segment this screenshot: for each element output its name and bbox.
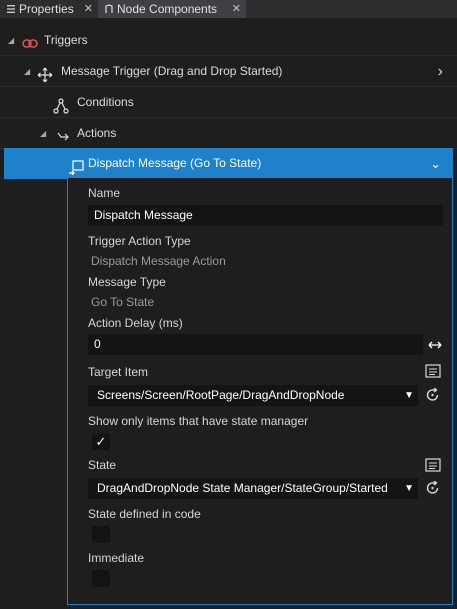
trigger-action-type-label: Trigger Action Type [88, 234, 191, 248]
picker-icon[interactable] [425, 364, 441, 378]
tree-item-label: Message Trigger (Drag and Drop Started) [61, 64, 283, 78]
chevron-right-icon[interactable]: › [438, 56, 443, 87]
node-components-icon [104, 1, 114, 13]
state-in-code-label: State defined in code [88, 507, 201, 521]
tree-item-label: Dispatch Message (Go To State) [88, 156, 262, 170]
tree-item-actions[interactable]: ◢ Actions [0, 118, 457, 149]
dispatch-message-properties: Name Dispatch Message Trigger Action Typ… [67, 178, 453, 605]
immediate-label: Immediate [88, 551, 145, 565]
drag-value-icon[interactable] [427, 338, 443, 352]
tree-item-label: Triggers [44, 33, 88, 47]
message-type-value: Go To State [91, 295, 155, 309]
dispatch-message-icon [68, 156, 84, 176]
tab-node-components[interactable]: Node Components ✕ [98, 0, 246, 18]
immediate-checkbox[interactable] [92, 570, 110, 587]
action-delay-field[interactable]: 0 [88, 334, 423, 355]
properties-icon [6, 1, 16, 13]
state-label: State [88, 458, 117, 472]
collapse-arrow-icon[interactable]: ◢ [8, 25, 14, 56]
state-in-code-checkbox[interactable] [92, 526, 110, 543]
show-only-checkbox[interactable]: ✓ [92, 433, 110, 450]
target-item-value: Screens/Screen/RootPage/DragAndDropNode [97, 388, 345, 402]
trigger-link-icon [22, 33, 38, 49]
message-type-label: Message Type [88, 275, 166, 289]
tree-item-message-trigger[interactable]: ◢ Message Trigger (Drag and Drop Started… [0, 56, 457, 87]
dropdown-arrow-icon[interactable]: ▼ [404, 385, 414, 406]
target-item-select[interactable]: Screens/Screen/RootPage/DragAndDropNode … [88, 385, 418, 406]
trigger-action-type-value: Dispatch Message Action [91, 254, 226, 268]
close-icon[interactable]: ✕ [232, 0, 241, 18]
tab-properties[interactable]: Properties ✕ [0, 0, 98, 18]
state-select[interactable]: DragAndDropNode State Manager/StateGroup… [88, 478, 418, 499]
tab-node-components-label: Node Components [117, 2, 218, 16]
collapse-arrow-icon[interactable]: ◢ [24, 56, 30, 87]
action-arrow-icon [55, 126, 71, 142]
chevron-down-icon[interactable]: ⌄ [430, 148, 441, 179]
reset-icon[interactable] [425, 387, 441, 402]
tree-item-triggers[interactable]: ◢ Triggers [0, 25, 457, 56]
dropdown-arrow-icon[interactable]: ▼ [404, 478, 414, 499]
tree-item-conditions[interactable]: Conditions [0, 87, 457, 118]
picker-icon[interactable] [425, 458, 441, 472]
action-delay-label: Action Delay (ms) [88, 316, 183, 330]
tab-bar: Properties ✕ Node Components ✕ [0, 0, 457, 18]
name-field[interactable]: Dispatch Message [88, 205, 443, 226]
collapse-arrow-icon[interactable]: ◢ [40, 118, 46, 149]
close-icon[interactable]: ✕ [84, 0, 93, 18]
show-only-label: Show only items that have state manager [88, 414, 309, 428]
tree-item-label: Conditions [77, 95, 134, 109]
name-label: Name [88, 186, 121, 200]
target-item-label: Target Item [88, 365, 149, 379]
tree-item-label: Actions [77, 126, 117, 140]
state-value: DragAndDropNode State Manager/StateGroup… [97, 481, 388, 495]
checkmark-icon: ✓ [95, 434, 107, 449]
reset-icon[interactable] [425, 480, 441, 495]
condition-nodes-icon [53, 95, 69, 114]
tree-item-dispatch-message[interactable]: Dispatch Message (Go To State) ⌄ [4, 148, 453, 179]
move-arrows-icon [37, 64, 53, 83]
tab-properties-label: Properties [19, 2, 74, 16]
